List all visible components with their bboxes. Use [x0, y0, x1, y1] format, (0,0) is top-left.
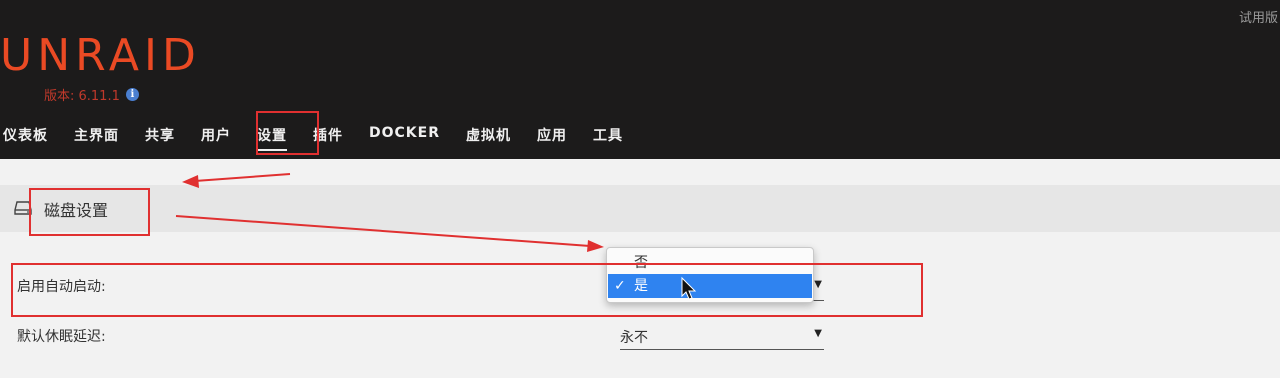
- version-info: 版本: 6.11.1 i: [44, 85, 139, 104]
- annotation-box-section: [29, 188, 150, 236]
- main-nav: 仪表板 主界面 共享 用户 设置 插件 DOCKER 虚拟机 应用 工具: [0, 121, 649, 151]
- annotation-box-settings: [256, 111, 319, 155]
- nav-shares[interactable]: 共享: [145, 121, 175, 149]
- nav-users[interactable]: 用户: [201, 121, 231, 149]
- spindown-delay-select[interactable]: 永不 ▼: [620, 327, 824, 350]
- nav-dashboard[interactable]: 仪表板: [3, 121, 48, 149]
- unraid-logo[interactable]: UNRAID: [0, 32, 201, 80]
- header: 试用版 UNRAID 版本: 6.11.1 i 仪表板 主界面 共享 用户 设置…: [0, 0, 1280, 159]
- nav-tools[interactable]: 工具: [593, 121, 623, 149]
- info-icon[interactable]: i: [125, 88, 139, 101]
- nav-main[interactable]: 主界面: [74, 121, 119, 149]
- annotation-box-row: [11, 263, 923, 317]
- spindown-delay-value: 永不: [620, 330, 648, 346]
- nav-vms[interactable]: 虚拟机: [466, 121, 511, 149]
- nav-apps[interactable]: 应用: [537, 121, 567, 149]
- trial-label[interactable]: 试用版: [1239, 7, 1278, 26]
- nav-docker[interactable]: DOCKER: [369, 121, 440, 149]
- chevron-down-icon: ▼: [814, 328, 822, 339]
- version-label: 版本: 6.11.1: [44, 89, 120, 104]
- section-header: [0, 185, 1280, 232]
- spindown-delay-label: 默认休眠延迟:: [17, 329, 106, 345]
